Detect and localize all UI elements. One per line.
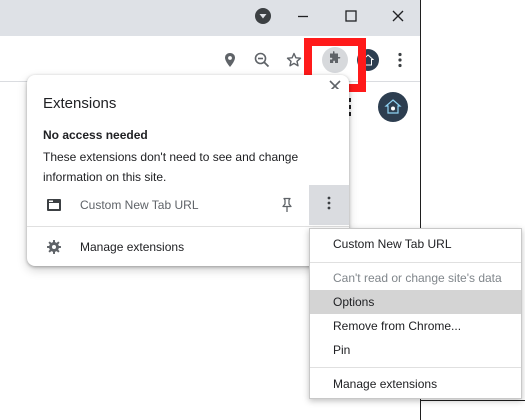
panel-title: Extensions [43,95,117,112]
media-control-icon[interactable] [249,4,277,28]
more-vert-icon[interactable] [389,49,411,71]
extensions-panel: Extensions No access needed These extens… [27,75,349,266]
manage-extensions-button[interactable]: Manage extensions [27,227,349,266]
pin-icon[interactable] [280,197,294,213]
extension-favicon-icon [46,197,62,213]
gear-icon [46,239,62,255]
menu-item-manage-extensions[interactable]: Manage extensions [310,372,521,396]
menu-item-site-access: Can't read or change site's data [333,271,502,285]
location-icon[interactable] [219,49,241,71]
menu-item-remove[interactable]: Remove from Chrome... [310,314,521,338]
extension-row[interactable]: Custom New Tab URL [27,185,349,225]
menu-item-extension-name[interactable]: Custom New Tab URL [310,232,521,256]
close-icon[interactable] [328,79,342,89]
menu-item-options[interactable]: Options [310,290,521,314]
section-heading: No access needed [43,128,148,142]
menu-separator [310,262,521,263]
manage-extensions-label: Manage extensions [80,240,185,254]
close-icon[interactable] [384,4,412,28]
zoom-out-icon[interactable] [251,49,273,71]
minimize-icon[interactable] [289,4,317,28]
extension-menu-button[interactable] [309,185,349,225]
menu-item-pin[interactable]: Pin [310,338,521,362]
menu-separator [310,367,521,368]
more-vert-icon [327,196,331,215]
bookmark-star-icon[interactable] [283,49,305,71]
avatar-icon [378,92,408,122]
extension-context-menu: Custom New Tab URL Can't read or change … [309,228,522,399]
window-edge [420,400,525,401]
title-bar [0,0,420,36]
extension-name: Custom New Tab URL [80,198,199,212]
section-description: These extensions don't need to see and c… [43,150,299,184]
maximize-icon[interactable] [337,4,365,28]
